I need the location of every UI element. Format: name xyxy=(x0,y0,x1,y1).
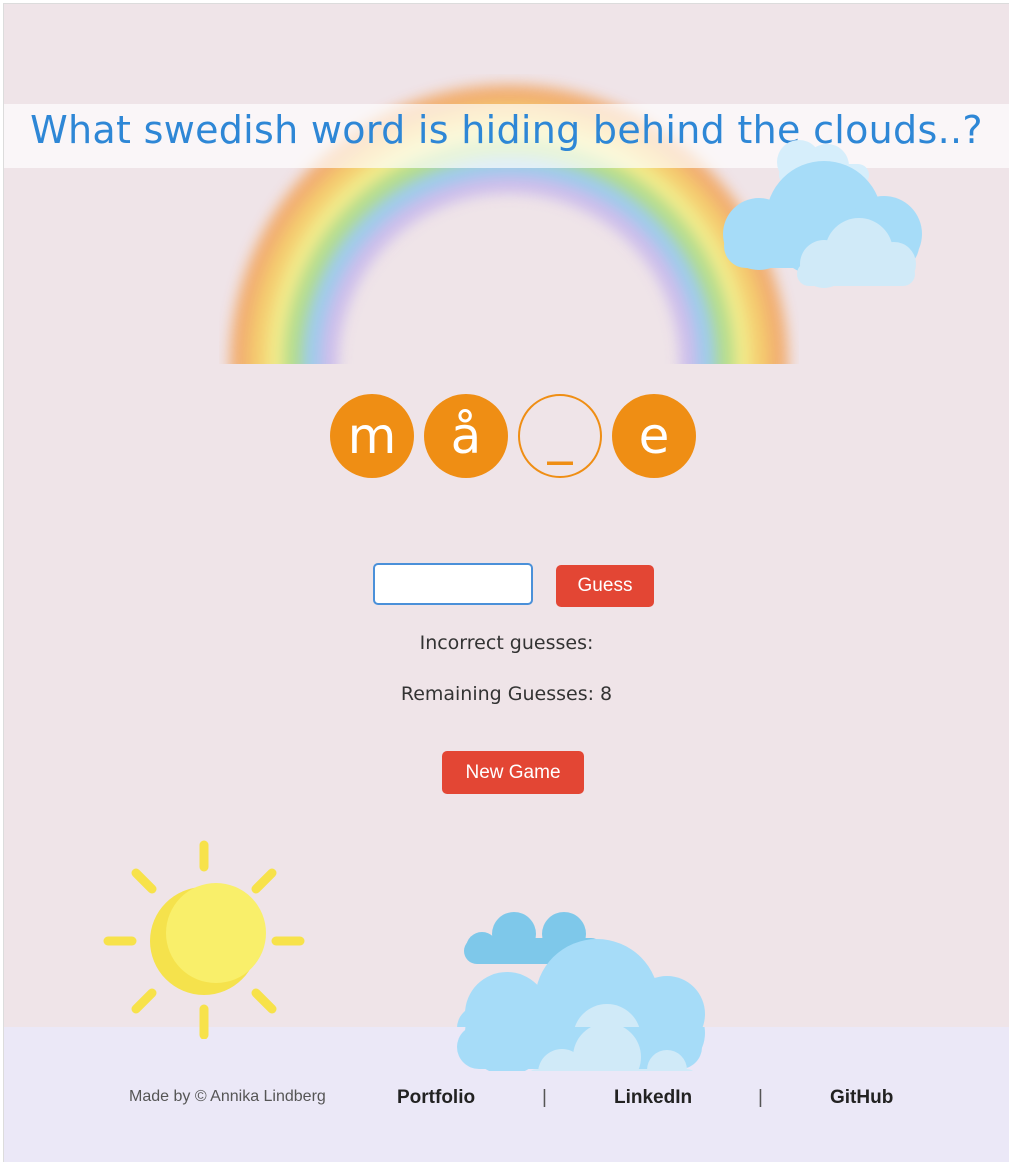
cloud-icon xyxy=(723,140,922,288)
footer-separator: | xyxy=(542,1087,547,1108)
footer-credit: Made by © Annika Lindberg xyxy=(129,1088,326,1105)
new-game-button[interactable]: New Game xyxy=(442,751,584,794)
word-display: m å _ e xyxy=(330,394,700,480)
sun-icon xyxy=(103,840,305,1033)
remaining-guesses-label: Remaining Guesses: 8 xyxy=(400,683,613,705)
letter-tile: e xyxy=(612,394,696,478)
sun-ray-decor xyxy=(199,1027,209,1039)
letter-tile: å xyxy=(424,394,508,478)
hidden-letter-tile: _ xyxy=(518,394,602,478)
guess-input[interactable] xyxy=(373,563,533,605)
footer-separator: | xyxy=(758,1087,763,1108)
game-page: What swedish word is hiding behind the c… xyxy=(3,3,1009,1162)
cloud-icon xyxy=(457,1027,705,1071)
linkedin-link[interactable]: LinkedIn xyxy=(614,1087,692,1109)
github-link[interactable]: GitHub xyxy=(830,1087,893,1109)
portfolio-link[interactable]: Portfolio xyxy=(397,1087,475,1109)
letter-tile: m xyxy=(330,394,414,478)
incorrect-guesses-label: Incorrect guesses: xyxy=(419,632,594,654)
guess-button[interactable]: Guess xyxy=(556,565,654,607)
